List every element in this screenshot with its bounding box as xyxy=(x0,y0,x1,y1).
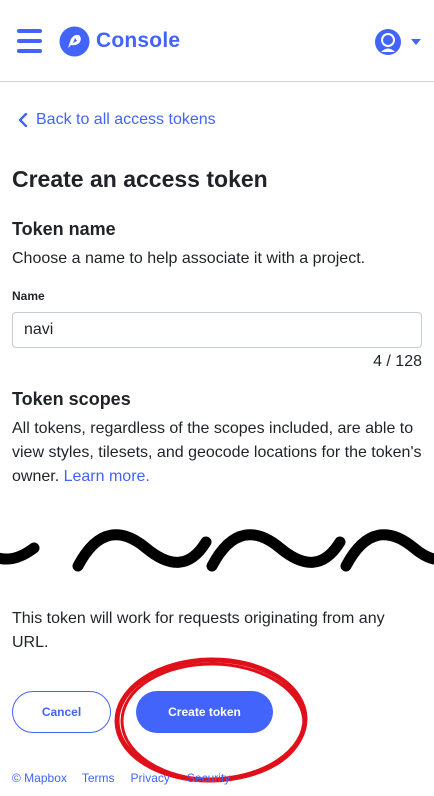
create-token-button[interactable]: Create token xyxy=(136,691,273,733)
learn-more-link[interactable]: Learn more. xyxy=(64,468,150,485)
console-title[interactable]: Console xyxy=(96,29,180,53)
footer-security-link[interactable]: Security xyxy=(187,771,230,785)
account-menu[interactable] xyxy=(374,28,422,56)
squiggle-divider xyxy=(0,529,434,572)
back-to-tokens-link[interactable]: Back to all access tokens xyxy=(18,111,216,129)
token-name-input[interactable] xyxy=(12,312,422,348)
footer-privacy-link[interactable]: Privacy xyxy=(131,771,170,785)
footer: © Mapbox Terms Privacy Security xyxy=(12,771,230,785)
token-scopes-description: All tokens, regardless of the scopes inc… xyxy=(12,417,422,489)
mapbox-logo-icon[interactable] xyxy=(59,26,90,57)
back-link-label[interactable]: Back to all access tokens xyxy=(36,111,216,129)
url-restriction-note: This token will work for requests origin… xyxy=(12,610,385,651)
page-title: Create an access token xyxy=(12,166,268,192)
token-scopes-heading: Token scopes xyxy=(12,389,131,409)
top-navigation-bar: Console xyxy=(0,0,434,82)
character-count: 4 / 128 xyxy=(373,353,422,370)
footer-copyright[interactable]: © Mapbox xyxy=(12,771,67,785)
footer-terms-link[interactable]: Terms xyxy=(82,771,115,785)
user-avatar-icon[interactable] xyxy=(374,28,402,56)
token-name-description: Choose a name to help associate it with … xyxy=(12,250,366,267)
cancel-button[interactable]: Cancel xyxy=(12,691,111,733)
caret-down-icon[interactable] xyxy=(411,38,421,46)
chevron-left-icon xyxy=(18,113,28,127)
name-field-label: Name xyxy=(12,289,45,303)
hamburger-menu-icon[interactable] xyxy=(17,28,42,54)
token-name-heading: Token name xyxy=(12,219,116,239)
